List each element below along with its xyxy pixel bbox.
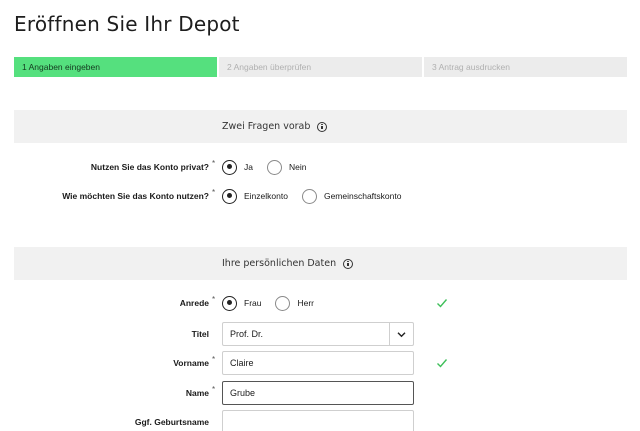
row-anrede: Anrede * Frau Herr: [14, 291, 627, 315]
vorname-input[interactable]: [222, 351, 414, 375]
radio-label-herr: Herr: [297, 298, 315, 308]
required-marker: *: [212, 159, 216, 168]
usage-label: Wie möchten Sie das Konto nutzen?: [62, 191, 209, 201]
vorname-label: Vorname: [173, 358, 209, 368]
row-usage: Wie möchten Sie das Konto nutzen? * Einz…: [14, 184, 627, 208]
radio-option-einzelkonto[interactable]: Einzelkonto: [222, 188, 288, 204]
row-geburtsname: Ggf. Geburtsname: [14, 410, 627, 431]
checkmark-icon: [437, 299, 448, 308]
required-marker: *: [212, 355, 216, 364]
usage-radio-group: Einzelkonto Gemeinschaftskonto: [222, 184, 415, 208]
titel-label: Titel: [191, 329, 209, 339]
radio-option-herr[interactable]: Herr: [275, 295, 315, 311]
progress-stepper: 1 Angaben eingeben 2 Angaben überprüfen …: [14, 57, 627, 77]
radio-frau[interactable]: [222, 295, 237, 311]
name-label: Name: [185, 388, 209, 398]
chevron-down-icon[interactable]: [396, 329, 407, 340]
radio-label-gemeinschaftskonto: Gemeinschaftskonto: [323, 191, 402, 201]
info-icon[interactable]: [343, 258, 354, 269]
section-header-personal: Ihre persönlichen Daten: [14, 247, 627, 280]
page-title: Eröffnen Sie Ihr Depot: [14, 12, 240, 36]
geburtsname-label: Ggf. Geburtsname: [134, 417, 209, 427]
step-2: 2 Angaben überprüfen: [219, 57, 422, 77]
anrede-label: Anrede: [179, 298, 209, 308]
private-label: Nutzen Sie das Konto privat?: [90, 162, 209, 172]
radio-label-nein: Nein: [288, 162, 307, 172]
required-marker: *: [212, 295, 216, 304]
titel-select[interactable]: Prof. Dr.: [222, 322, 414, 346]
geburtsname-input[interactable]: [222, 410, 414, 431]
checkmark-icon: [437, 359, 448, 368]
row-titel: Titel Prof. Dr.: [14, 322, 627, 346]
radio-einzelkonto[interactable]: [222, 188, 237, 204]
row-private: Nutzen Sie das Konto privat? * Ja Nein: [14, 155, 627, 179]
radio-label-ja: Ja: [244, 162, 253, 172]
row-name: Name *: [14, 381, 627, 405]
anrede-radio-group: Frau Herr: [222, 291, 328, 315]
radio-label-einzelkonto: Einzelkonto: [244, 191, 288, 201]
section-header-questions: Zwei Fragen vorab: [14, 110, 627, 143]
radio-option-gemeinschaftskonto[interactable]: Gemeinschaftskonto: [301, 188, 402, 204]
private-radio-group: Ja Nein: [222, 155, 320, 179]
radio-option-ja[interactable]: Ja: [222, 159, 253, 175]
radio-gemeinschaftskonto[interactable]: [301, 188, 317, 204]
radio-label-frau: Frau: [244, 298, 262, 308]
radio-option-frau[interactable]: Frau: [222, 295, 262, 311]
row-vorname: Vorname *: [14, 351, 627, 375]
radio-option-nein[interactable]: Nein: [266, 159, 307, 175]
step-3: 3 Antrag ausdrucken: [424, 57, 627, 77]
radio-herr[interactable]: [275, 295, 291, 311]
step-1: 1 Angaben eingeben: [14, 57, 217, 77]
select-divider: [389, 323, 390, 345]
titel-select-value: Prof. Dr.: [230, 329, 264, 339]
required-marker: *: [212, 385, 216, 394]
required-marker: *: [212, 188, 216, 197]
section-title-questions: Zwei Fragen vorab: [222, 121, 311, 132]
radio-ja[interactable]: [222, 159, 237, 175]
name-input[interactable]: [222, 381, 414, 405]
radio-nein[interactable]: [266, 159, 282, 175]
section-title-personal: Ihre persönlichen Daten: [222, 258, 337, 269]
info-icon[interactable]: [317, 121, 328, 132]
